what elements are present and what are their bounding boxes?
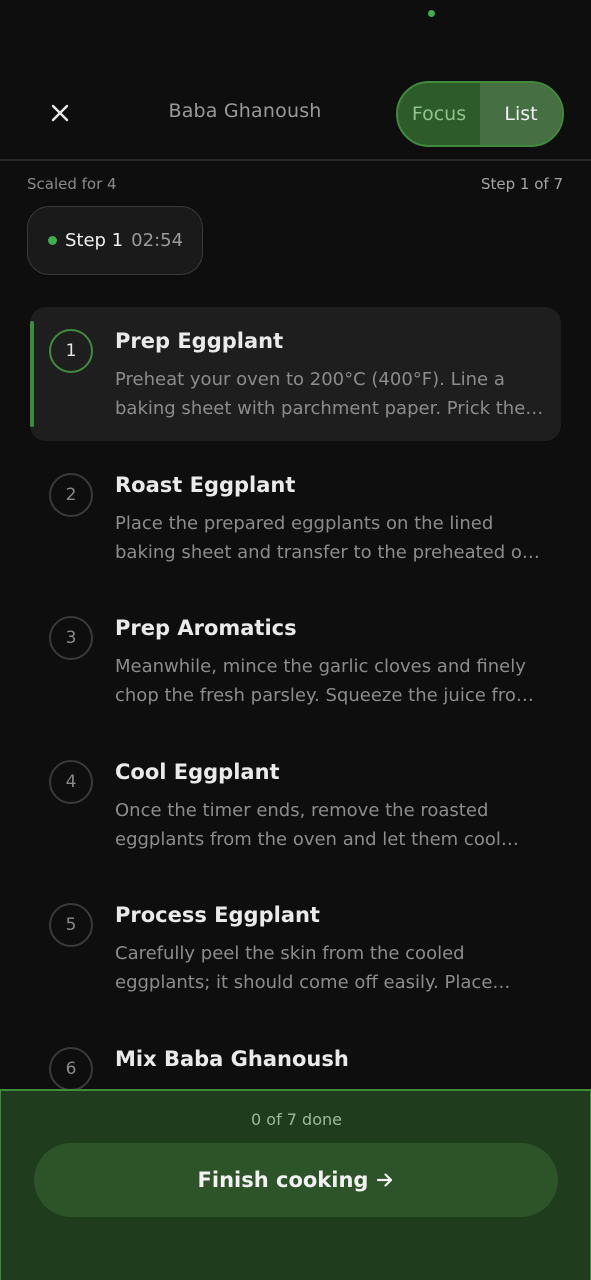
- step-item-2[interactable]: 2 Roast Eggplant Place the prepared eggp…: [30, 451, 561, 585]
- step-number-badge: 5: [49, 903, 93, 947]
- timer-time: 02:54: [131, 230, 184, 251]
- view-mode-toggle: Focus List: [396, 81, 564, 147]
- step-title: Mix Baba Ghanoush: [115, 1047, 349, 1071]
- footer-panel: 0 of 7 done Finish cooking: [0, 1089, 591, 1280]
- close-button[interactable]: [40, 93, 80, 133]
- step-description: Meanwhile, mince the garlic cloves and f…: [115, 656, 534, 706]
- step-description: Preheat your oven to 200°C (400°F). Line…: [115, 369, 544, 419]
- cooking-screen: Baba Ghanoush Focus List Scaled for 4 St…: [0, 0, 591, 1280]
- timer-dot-icon: [48, 236, 57, 245]
- scaled-servings: Scaled for 4: [27, 175, 117, 193]
- step-number-badge: 4: [49, 760, 93, 804]
- toggle-list[interactable]: List: [480, 83, 562, 145]
- active-timer-pill[interactable]: Step 1 02:54: [27, 206, 203, 275]
- finish-cooking-label: Finish cooking: [197, 1168, 369, 1192]
- step-title: Prep Aromatics: [115, 616, 297, 640]
- progress-done-text: 0 of 7 done: [251, 1110, 342, 1129]
- step-title: Roast Eggplant: [115, 473, 296, 497]
- step-number-badge: 2: [49, 473, 93, 517]
- step-counter: Step 1 of 7: [480, 175, 563, 193]
- timer-step-label: Step 1: [65, 230, 124, 251]
- step-item-5[interactable]: 5 Process Eggplant Carefully peel the sk…: [30, 881, 561, 1015]
- step-item-3[interactable]: 3 Prep Aromatics Meanwhile, mince the ga…: [30, 594, 561, 728]
- step-title: Process Eggplant: [115, 903, 320, 927]
- step-description: Place the prepared eggplants on the line…: [115, 513, 540, 563]
- close-icon: [51, 104, 69, 122]
- step-title: Cool Eggplant: [115, 760, 280, 784]
- step-number-badge: 3: [49, 616, 93, 660]
- arrow-right-icon: [377, 1173, 393, 1187]
- finish-cooking-button[interactable]: Finish cooking: [34, 1143, 558, 1217]
- status-indicator-dot: [428, 10, 435, 17]
- step-item-4[interactable]: 4 Cool Eggplant Once the timer ends, rem…: [30, 738, 561, 872]
- step-item-1[interactable]: 1 Prep Eggplant Preheat your oven to 200…: [30, 307, 561, 441]
- step-description: Carefully peel the skin from the cooled …: [115, 943, 493, 993]
- recipe-title: Baba Ghanoush: [168, 100, 322, 122]
- step-number-badge: 1: [49, 329, 93, 373]
- step-title: Prep Eggplant: [115, 329, 284, 353]
- step-description: Once the timer ends, remove the roasted …: [115, 800, 501, 850]
- step-number-badge: 6: [49, 1047, 93, 1091]
- header-divider: [0, 159, 591, 161]
- toggle-focus[interactable]: Focus: [398, 83, 480, 145]
